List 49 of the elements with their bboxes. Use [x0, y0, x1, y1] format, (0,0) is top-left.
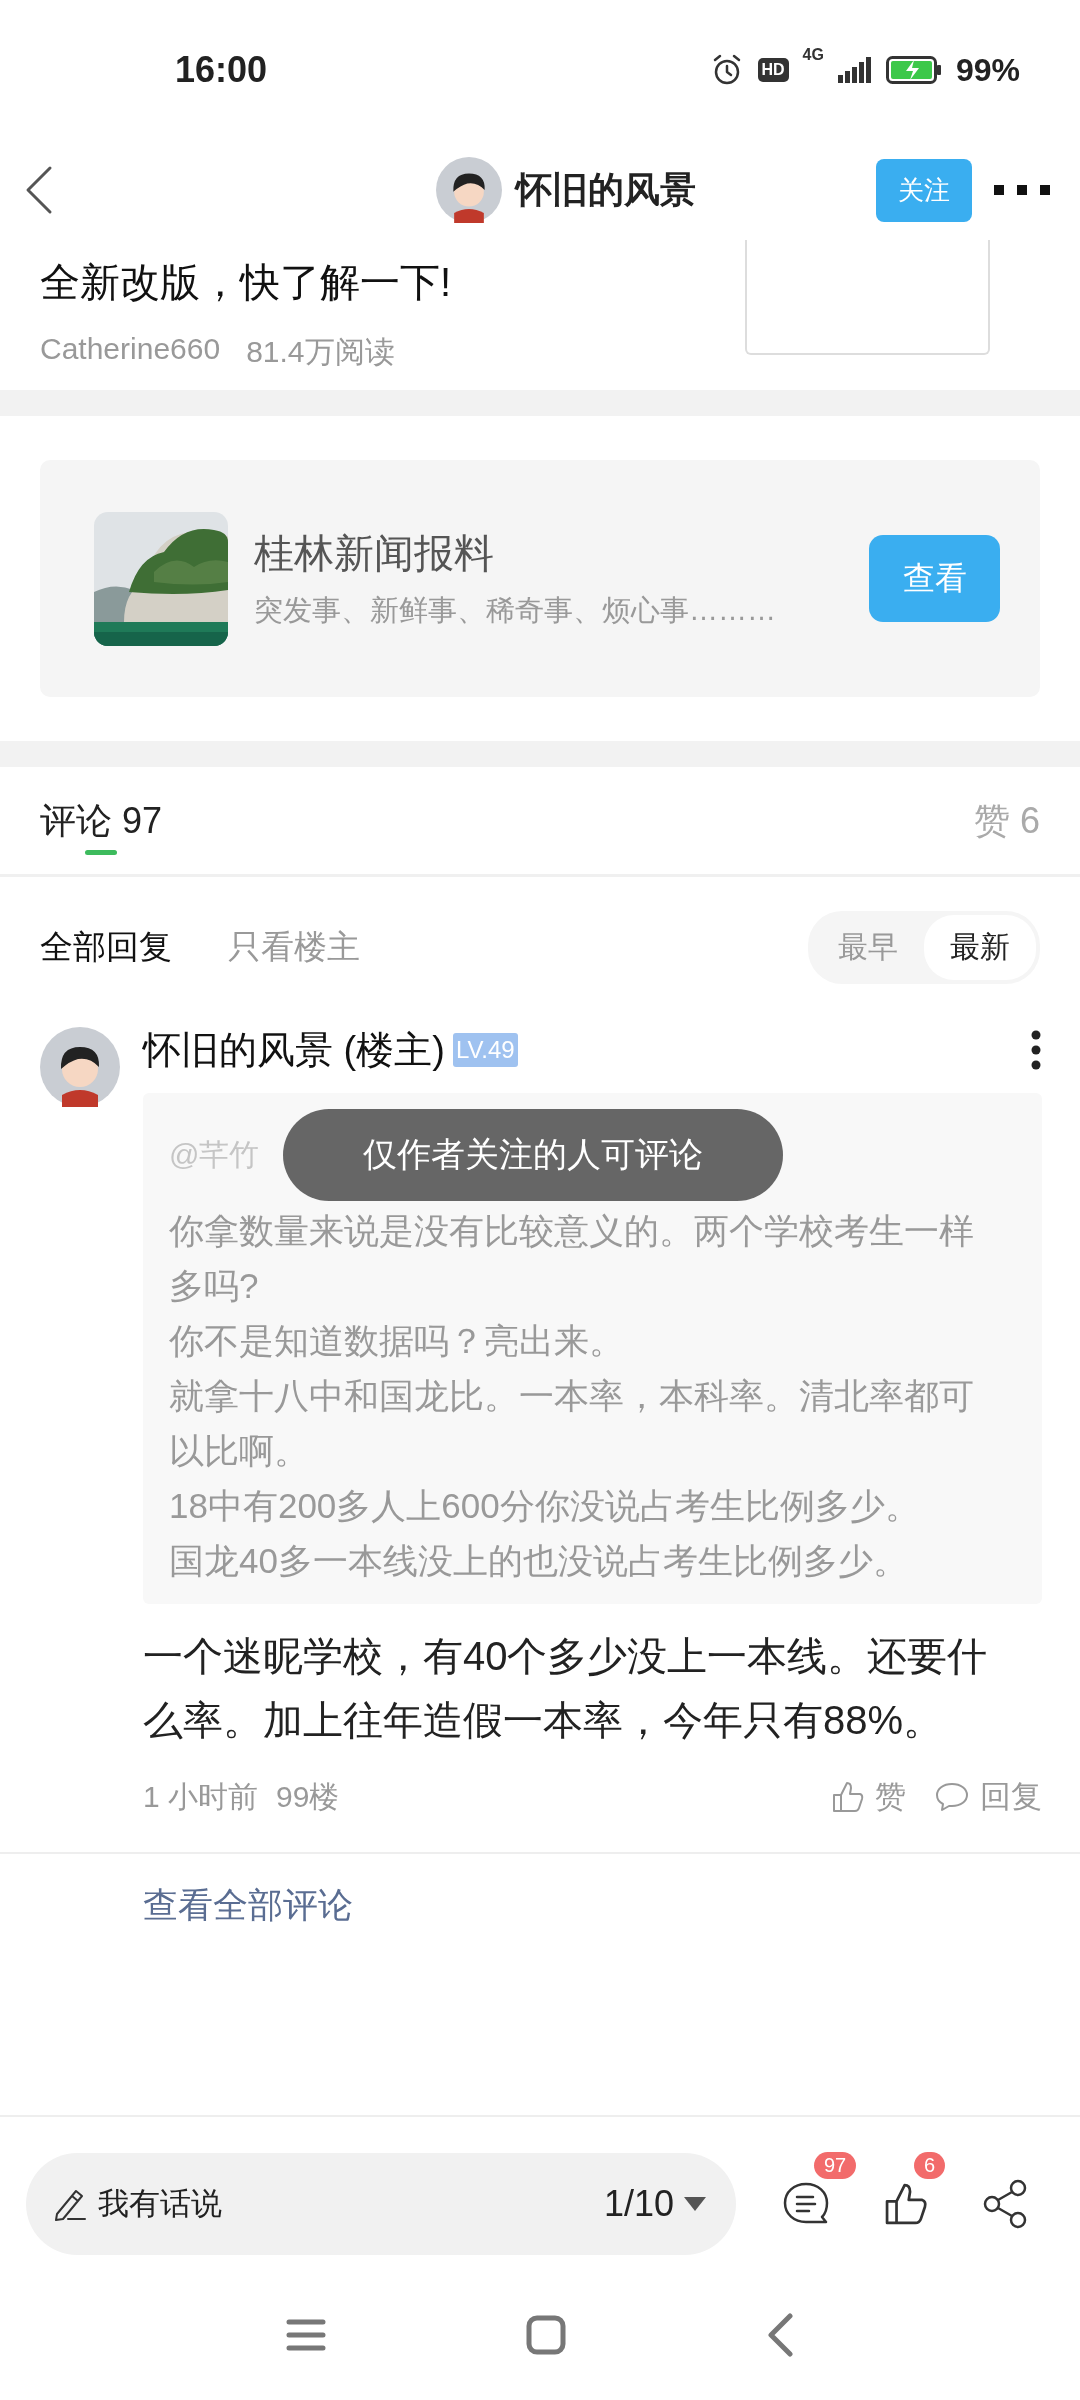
commenter-name: 怀旧的风景 (楼主) [143, 1027, 445, 1073]
filter-tab[interactable]: 全部回复 [40, 924, 172, 970]
comments-tab[interactable]: 评论 97 [40, 789, 163, 851]
read-count: 81.4万阅读 [246, 334, 395, 370]
network-label: 4G [802, 45, 824, 64]
hd-badge: HD [757, 58, 789, 82]
sort-option[interactable]: 最早 [812, 914, 924, 980]
quote-text: 18中有200多人上600分你没说占考生比例多少。 [169, 1485, 921, 1527]
avatar[interactable] [40, 1027, 120, 1107]
dropdown-icon[interactable] [684, 2196, 706, 2211]
battery-icon [885, 56, 942, 84]
page-indicator[interactable]: 1/10 [603, 2182, 674, 2225]
speech-bubble-icon [934, 1781, 970, 1813]
comment-count-badge: 97 [814, 2151, 857, 2179]
menu-icon[interactable] [286, 2318, 326, 2352]
tab-indicator [85, 849, 117, 855]
quote-text: 就拿十八中和国龙比。一本率，本科率。清北率都可以比啊。 [169, 1375, 975, 1472]
floor-number: 99楼 [276, 1778, 340, 1815]
more-icon[interactable] [1030, 1030, 1042, 1070]
level-badge: LV.49 [452, 1033, 518, 1067]
view-all-comments-link[interactable]: 查看全部评论 [0, 1854, 1080, 1929]
signal-icon [837, 57, 872, 83]
like-button[interactable]: 赞 [831, 1776, 906, 1818]
quote-text: 你不是知道数据吗？亮出来。 [169, 1320, 625, 1362]
quote-text: 国龙40多一本线没上的也没说占考生比例多少。 [169, 1540, 909, 1582]
battery-percent: 99% [955, 51, 1020, 89]
more-icon[interactable] [994, 184, 1050, 196]
promo-card[interactable]: 桂林新闻报料 突发事、新鲜事、稀奇事、烦心事……… 查看 [40, 460, 1040, 697]
thumbs-up-icon [831, 1780, 865, 1814]
comment-time: 1 小时前 [143, 1778, 259, 1815]
filter-tab[interactable]: 只看楼主 [228, 924, 360, 970]
comment-text: 一个迷昵学校，有40个多少没上一本线。还要什么率。加上往年造假一本率，今年只有88%。 [143, 1633, 989, 1744]
reply-button[interactable]: 回复 [934, 1776, 1042, 1818]
author-name: 怀旧的风景 [516, 167, 696, 212]
comment-placeholder: 我有话说 [98, 2184, 223, 2223]
back-icon[interactable] [24, 165, 54, 215]
article-author: Catherine660 [40, 332, 221, 367]
article-title[interactable]: 全新改版，快了解一下! [40, 255, 452, 310]
home-icon[interactable] [526, 2315, 566, 2355]
status-time: 16:00 [175, 49, 268, 91]
comment-input[interactable]: 我有话说 1/10 [26, 2152, 736, 2255]
quote-text: 你拿数量来说是没有比较意义的。两个学校考生一样多吗? [169, 1210, 975, 1307]
promo-subtitle: 突发事、新鲜事、稀奇事、烦心事……… [254, 593, 777, 628]
avatar[interactable] [436, 157, 502, 223]
like-count-badge: 6 [914, 2151, 946, 2179]
promo-title: 桂林新闻报料 [254, 530, 495, 577]
back-icon[interactable] [766, 2313, 794, 2357]
sort-option[interactable]: 最新 [924, 914, 1036, 980]
toast-message: 仅作者关注的人可评论 [283, 1109, 784, 1201]
